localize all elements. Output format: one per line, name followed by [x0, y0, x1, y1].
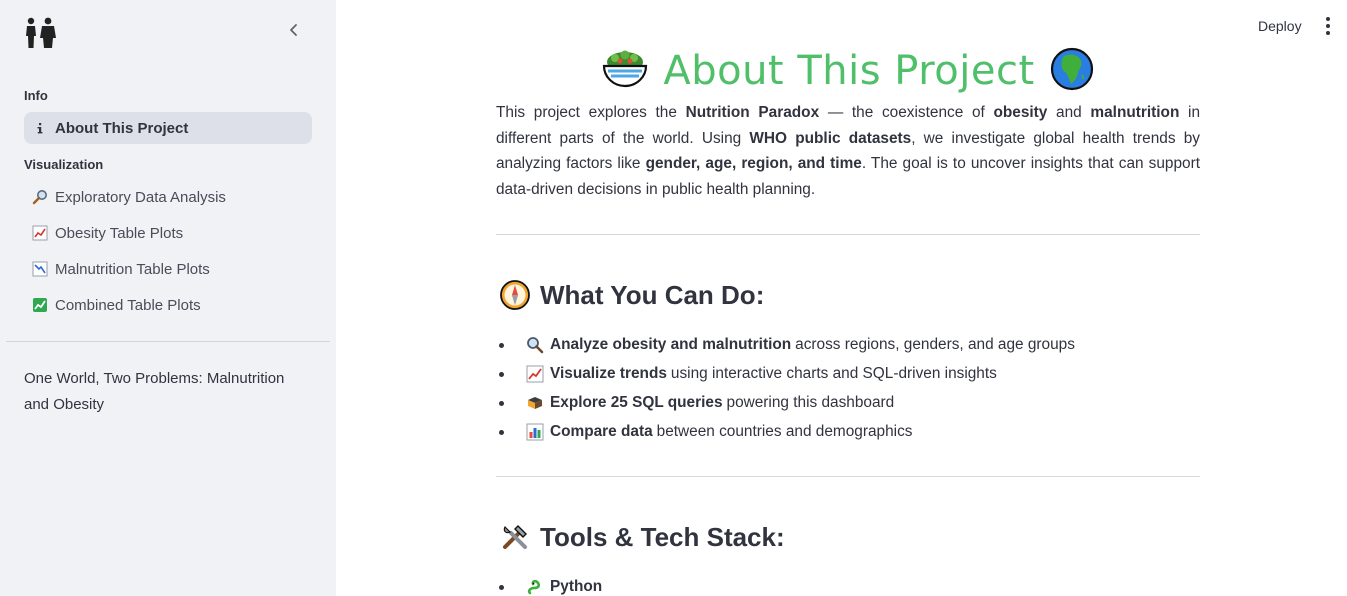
sidebar-item-label: Exploratory Data Analysis	[55, 188, 226, 206]
magnifier-icon	[32, 189, 48, 205]
sidebar-item-label: Obesity Table Plots	[55, 224, 184, 242]
list-item: Analyze obesity and malnutrition across …	[496, 330, 1200, 359]
info-icon	[32, 120, 48, 136]
sidebar: Info About This Project Visualization Ex…	[0, 0, 336, 596]
chart-down-icon	[32, 261, 48, 277]
divider	[496, 476, 1200, 477]
list-item-bold: Explore 25 SQL queries	[550, 393, 723, 411]
what-you-can-do-list: Analyze obesity and malnutrition across …	[496, 330, 1200, 446]
list-item: Python	[496, 572, 1200, 596]
list-item: Compare data between countries and demog…	[496, 417, 1200, 446]
list-item-text: between countries and demographics	[656, 422, 913, 440]
list-item-bold: Analyze obesity and malnutrition	[550, 335, 792, 353]
intro-bold: gender, age, region, and time	[645, 155, 862, 173]
compass-icon	[498, 278, 532, 312]
section-heading-text: What You Can Do:	[540, 279, 765, 310]
divider	[496, 234, 1200, 235]
chart-up-icon	[526, 365, 544, 383]
collapse-sidebar-button[interactable]	[282, 18, 306, 42]
intro-bold: obesity	[993, 104, 1048, 121]
people-icon	[24, 17, 58, 49]
page-title-row: About This Project	[496, 44, 1200, 98]
sidebar-item-obesity[interactable]: Obesity Table Plots	[24, 217, 312, 249]
intro-text: — the coexistence of	[819, 104, 994, 121]
intro-bold: Nutrition Paradox	[685, 104, 820, 121]
chart-up-icon	[32, 225, 48, 241]
more-vertical-icon[interactable]	[1318, 14, 1338, 38]
salad-icon	[601, 46, 649, 97]
app-root: Info About This Project Visualization Ex…	[0, 0, 1347, 596]
list-item-text: using interactive charts and SQL-driven …	[670, 364, 997, 382]
globe-africa-icon	[1049, 46, 1095, 97]
sidebar-item-eda[interactable]: Exploratory Data Analysis	[24, 181, 312, 213]
list-item: Explore 25 SQL queries powering this das…	[496, 388, 1200, 417]
nav-section-info: Info	[24, 88, 48, 103]
chevron-left-icon	[290, 24, 297, 36]
intro-bold: WHO public datasets	[749, 129, 912, 147]
books-icon	[526, 394, 544, 412]
sidebar-item-label: Malnutrition Table Plots	[55, 260, 210, 278]
intro-bold: malnutrition	[1090, 104, 1180, 121]
section-heading-what-you-can-do: What You Can Do:	[498, 278, 764, 312]
sidebar-item-label: Combined Table Plots	[55, 296, 201, 314]
sidebar-footer-text: One World, Two Problems: Malnutrition an…	[24, 370, 285, 413]
page-title: About This Project	[663, 48, 1035, 94]
list-item-bold: Python	[550, 577, 603, 595]
section-heading-tools: Tools & Tech Stack:	[498, 520, 785, 554]
tools-icon	[498, 520, 532, 554]
sidebar-item-about[interactable]: About This Project	[24, 112, 312, 144]
magnifier-icon	[526, 336, 544, 354]
intro-paragraph: This project explores the Nutrition Para…	[496, 100, 1200, 202]
list-item-text: powering this dashboard	[726, 393, 895, 411]
list-item: Visualize trends using interactive chart…	[496, 359, 1200, 388]
snake-icon	[526, 578, 544, 596]
sidebar-item-malnutrition[interactable]: Malnutrition Table Plots	[24, 253, 312, 285]
deploy-button[interactable]: Deploy	[1250, 14, 1310, 38]
sidebar-divider	[6, 341, 330, 342]
bar-chart-icon	[526, 423, 544, 441]
intro-text: This project explores the	[496, 104, 686, 121]
intro-text: and	[1047, 104, 1091, 121]
list-item-bold: Compare data	[550, 422, 653, 440]
sidebar-item-combined[interactable]: Combined Table Plots	[24, 289, 312, 321]
tools-list: Python	[496, 572, 1200, 596]
sidebar-item-label: About This Project	[55, 119, 189, 137]
check-chart-icon	[32, 297, 48, 313]
nav-section-visualization: Visualization	[24, 157, 104, 172]
list-item-text: across regions, genders, and age groups	[795, 335, 1075, 353]
list-item-bold: Visualize trends	[550, 364, 667, 382]
section-heading-text: Tools & Tech Stack:	[540, 521, 785, 552]
